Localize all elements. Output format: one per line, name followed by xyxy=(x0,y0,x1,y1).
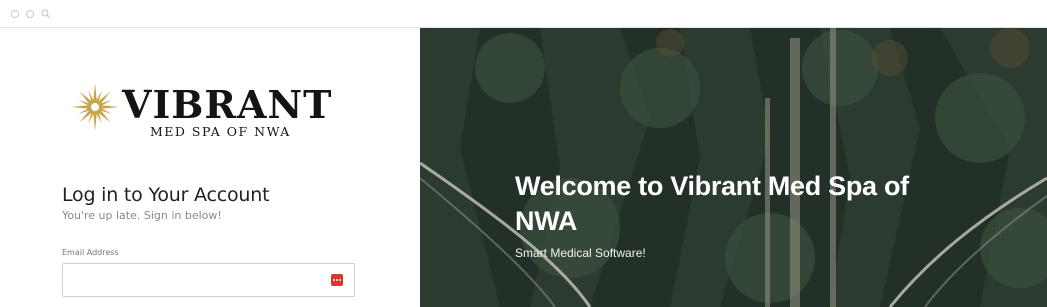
hero-panel: Welcome to Vibrant Med Spa of NWA Smart … xyxy=(420,28,1047,307)
logo-wordmark: VIBRANT xyxy=(122,82,333,127)
login-title: Log in to Your Account xyxy=(62,184,270,206)
browser-toolbar xyxy=(0,0,1047,28)
email-field[interactable] xyxy=(62,263,355,297)
login-subtitle: You're up late. Sign in below! xyxy=(62,209,222,222)
forest-background-image xyxy=(420,28,1047,307)
email-label: Email Address xyxy=(62,248,119,257)
hero-tagline: Smart Medical Software! xyxy=(515,246,646,260)
search-icon[interactable] xyxy=(41,9,51,19)
welcome-heading: Welcome to Vibrant Med Spa of NWA xyxy=(515,171,909,236)
logo-subtitle: MED SPA OF NWA xyxy=(150,124,291,139)
window-control-minimize[interactable] xyxy=(26,10,34,18)
password-manager-icon[interactable] xyxy=(331,274,343,286)
brand-logo: VIBRANT MED SPA OF NWA xyxy=(70,82,331,168)
window-control-close[interactable] xyxy=(11,10,19,18)
sunburst-icon xyxy=(71,83,119,131)
